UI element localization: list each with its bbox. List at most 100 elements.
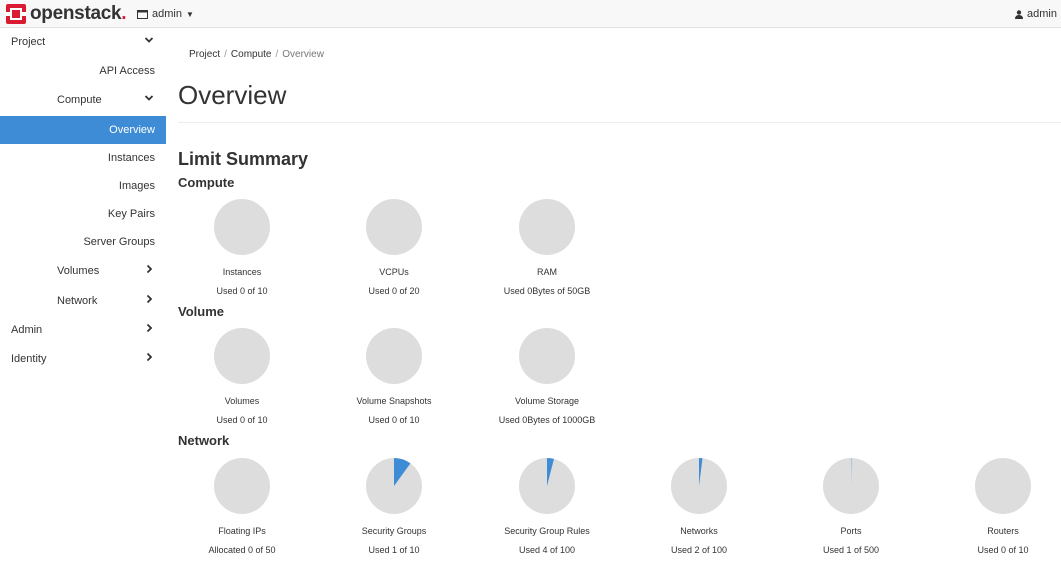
- quota-pie-chart: [519, 458, 575, 514]
- pie-background: [214, 328, 270, 384]
- page-title: Overview: [178, 80, 287, 110]
- pie-background: [975, 458, 1031, 514]
- sidebar-item-instances[interactable]: Instances: [0, 144, 166, 172]
- pie-background: [366, 328, 422, 384]
- pie-background: [519, 328, 575, 384]
- quota-used: Used 1 of 500: [822, 545, 880, 555]
- quota-label: Volumes: [224, 396, 260, 406]
- user-icon: [1015, 9, 1024, 19]
- sidebar-item-api-access[interactable]: API Access: [0, 57, 166, 85]
- breadcrumb-current: Overview: [282, 49, 324, 60]
- sidebar-item-label: Identity: [11, 353, 47, 365]
- quota-pie-chart: [519, 328, 575, 384]
- chevron-down-icon: [144, 37, 154, 43]
- quota-label: RAM: [537, 267, 557, 277]
- chevron-right-icon: [146, 264, 153, 274]
- quota-label: Volume Snapshots: [356, 396, 432, 406]
- breadcrumb-item-compute[interactable]: Compute: [231, 49, 272, 60]
- sidebar-item-label: Overview: [109, 124, 155, 136]
- breadcrumb-separator: /: [275, 49, 279, 60]
- sidebar-item-label: Compute: [57, 94, 102, 106]
- quota-used: Used 0 of 10: [216, 286, 268, 296]
- sidebar-item-label: Server Groups: [83, 236, 155, 248]
- quota-label: Security Groups: [361, 526, 427, 536]
- chevron-right-icon: [146, 352, 153, 362]
- pie-background: [214, 458, 270, 514]
- sidebar-item-network[interactable]: Network: [0, 287, 166, 315]
- sidebar-item-volumes[interactable]: Volumes: [0, 257, 166, 285]
- quota-label: Floating IPs: [218, 526, 266, 536]
- quota-pie-chart: [519, 199, 575, 255]
- quota-security-group-rules: Security Group Rules Used 4 of 100: [472, 458, 622, 555]
- sidebar-item-key-pairs[interactable]: Key Pairs: [0, 200, 166, 228]
- sidebar: Project API Access Compute Overview Inst…: [0, 28, 166, 578]
- sidebar-item-project[interactable]: Project: [0, 28, 166, 56]
- quota-label: Ports: [840, 526, 862, 536]
- project-switcher[interactable]: admin ▼: [137, 6, 194, 22]
- quota-label: Networks: [680, 526, 718, 536]
- user-menu-label: admin: [1027, 8, 1057, 20]
- pie-background: [519, 199, 575, 255]
- quota-label: Instances: [222, 267, 262, 277]
- breadcrumb-item-project[interactable]: Project: [189, 49, 220, 60]
- quota-volume-snapshots: Volume Snapshots Used 0 of 10: [319, 328, 469, 425]
- quota-pie-chart: [366, 199, 422, 255]
- quota-pie-chart: [823, 458, 879, 514]
- quota-used: Used 2 of 100: [670, 545, 728, 555]
- quota-vcpus: VCPUs Used 0 of 20: [319, 199, 469, 296]
- quota-security-groups: Security Groups Used 1 of 10: [319, 458, 469, 555]
- quota-networks: Networks Used 2 of 100: [624, 458, 774, 555]
- quota-used: Used 0 of 10: [977, 545, 1029, 555]
- brand[interactable]: openstack.: [6, 3, 127, 25]
- caret-down-icon: ▼: [185, 9, 194, 19]
- quota-pie-chart: [671, 458, 727, 514]
- quota-used: Used 0 of 10: [368, 415, 420, 425]
- quota-used: Used 0 of 20: [368, 286, 420, 296]
- quota-ports: Ports Used 1 of 500: [776, 458, 926, 555]
- breadcrumb: Project / Compute / Overview: [189, 49, 324, 60]
- sidebar-item-label: Admin: [11, 324, 43, 336]
- quota-ram: RAM Used 0Bytes of 50GB: [472, 199, 622, 296]
- sidebar-item-label: Project: [11, 36, 46, 48]
- quota-volume-storage: Volume Storage Used 0Bytes of 1000GB: [472, 328, 622, 425]
- chevron-right-icon: [146, 294, 153, 304]
- quota-used: Used 4 of 100: [518, 545, 576, 555]
- project-icon: [137, 9, 148, 19]
- quota-pie-chart: [975, 458, 1031, 514]
- user-menu[interactable]: admin: [1015, 6, 1057, 22]
- quota-instances: Instances Used 0 of 10: [167, 199, 317, 296]
- quota-used: Used 0Bytes of 50GB: [503, 286, 591, 296]
- section-title-compute: Compute: [178, 175, 235, 190]
- quota-used: Used 0Bytes of 1000GB: [498, 415, 596, 425]
- sidebar-item-label: Instances: [107, 152, 155, 164]
- quota-used: Allocated 0 of 50: [208, 545, 276, 555]
- sidebar-item-identity[interactable]: Identity: [0, 345, 166, 373]
- limit-summary-title: Limit Summary: [178, 149, 309, 169]
- sidebar-item-label: Network: [57, 295, 98, 307]
- project-switcher-label: admin: [152, 8, 182, 20]
- sidebar-item-images[interactable]: Images: [0, 172, 166, 200]
- quota-pie-chart: [366, 458, 422, 514]
- sidebar-item-compute[interactable]: Compute: [0, 86, 166, 114]
- brand-name: openstack.: [30, 3, 127, 24]
- quota-routers: Routers Used 0 of 10: [928, 458, 1061, 555]
- quota-label: Routers: [987, 526, 1019, 536]
- sidebar-item-label: Key Pairs: [107, 208, 155, 220]
- sidebar-item-admin[interactable]: Admin: [0, 316, 166, 344]
- sidebar-item-server-groups[interactable]: Server Groups: [0, 228, 166, 256]
- quota-label: VCPUs: [379, 267, 409, 277]
- quota-pie-chart: [214, 199, 270, 255]
- quota-floating-ips: Floating IPs Allocated 0 of 50: [167, 458, 317, 555]
- breadcrumb-separator: /: [224, 49, 227, 60]
- section-title-volume: Volume: [178, 304, 224, 319]
- quota-label: Volume Storage: [514, 396, 580, 406]
- quota-pie-chart: [366, 328, 422, 384]
- quota-pie-chart: [214, 458, 270, 514]
- section-title-network: Network: [178, 433, 230, 448]
- chevron-down-icon: [144, 95, 154, 101]
- quota-label: Security Group Rules: [504, 526, 590, 536]
- pie-background: [366, 199, 422, 255]
- top-navbar: openstack. admin ▼ admin: [0, 0, 1061, 28]
- sidebar-item-overview[interactable]: Overview: [0, 116, 166, 144]
- quota-pie-chart: [214, 328, 270, 384]
